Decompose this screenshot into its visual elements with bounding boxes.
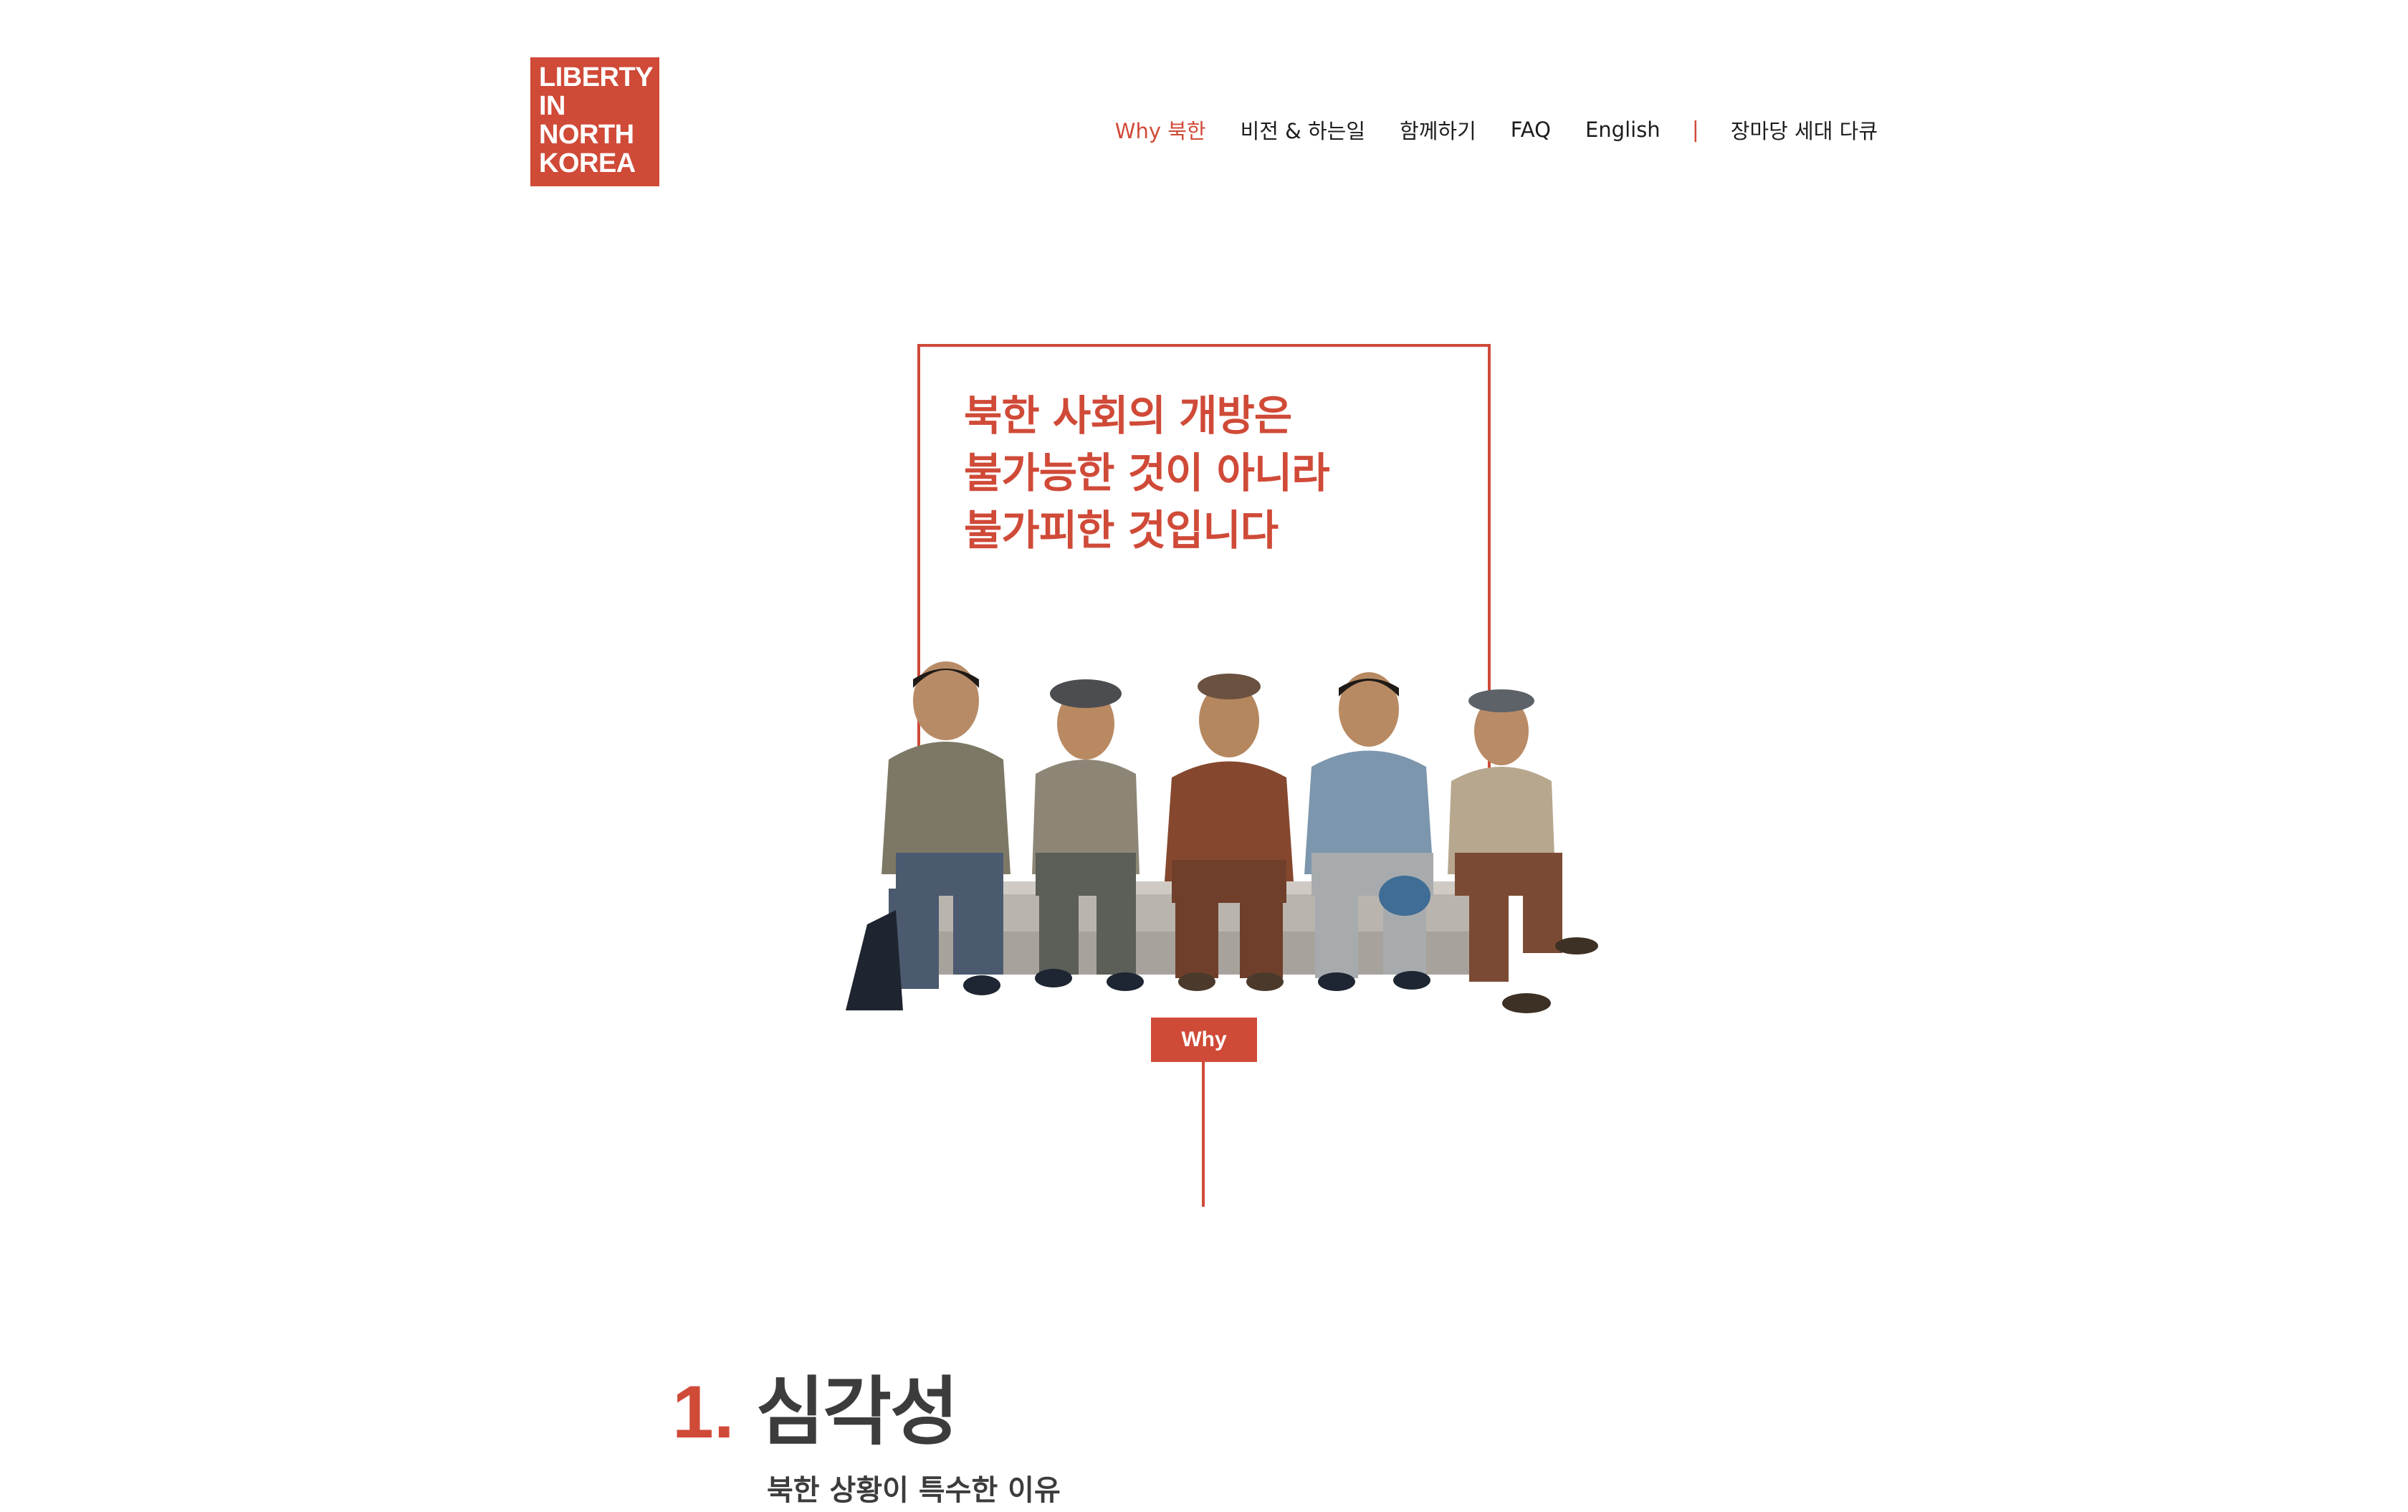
person-5 (1448, 689, 1598, 1013)
hero-headline-line-1: 북한 사회의 개방은 (964, 391, 1292, 440)
section-1-subtitle: 북한 상황이 특수한 이유 (767, 1474, 1061, 1507)
nav-item-why-north-korea[interactable]: Why 북한 (1115, 115, 1206, 145)
section-1-number: 1. (672, 1371, 735, 1454)
nav-divider: | (1691, 117, 1699, 143)
logo-line-4: KOREA (539, 148, 636, 178)
person-1 (846, 661, 1010, 1010)
logo[interactable]: LIBERTY IN NORTH KOREA (530, 57, 659, 186)
why-tag-button[interactable]: Why (1151, 1018, 1257, 1062)
logo-line-3: NORTH (539, 120, 634, 150)
hero-headline-line-3: 불가피한 것입니다 (964, 506, 1279, 555)
nav-item-english[interactable]: English (1585, 118, 1661, 142)
hero-headline-line-2: 불가능한 것이 아니라 (964, 449, 1330, 497)
nav-item-jangmadang-documentary[interactable]: 장마당 세대 다큐 (1731, 115, 1878, 145)
section-1-heading: 1. 심각성 (672, 1362, 959, 1463)
nav-item-faq[interactable]: FAQ (1511, 118, 1551, 142)
why-connector-line (1202, 1062, 1205, 1207)
hero-photo-five-men-sitting (846, 661, 1598, 1013)
main-nav: Why 북한 비전 & 하는일 함께하기 FAQ English | 장마당 세… (1115, 115, 1878, 145)
nav-item-vision-and-work[interactable]: 비전 & 하는일 (1241, 115, 1365, 145)
hero-headline: 북한 사회의 개방은 불가능한 것이 아니라 불가피한 것입니다 (964, 387, 1466, 559)
nav-item-get-involved[interactable]: 함께하기 (1400, 115, 1476, 145)
section-1-title: 심각성 (755, 1368, 959, 1455)
logo-line-1: LIBERTY (539, 62, 654, 92)
logo-line-2: IN (539, 91, 566, 121)
